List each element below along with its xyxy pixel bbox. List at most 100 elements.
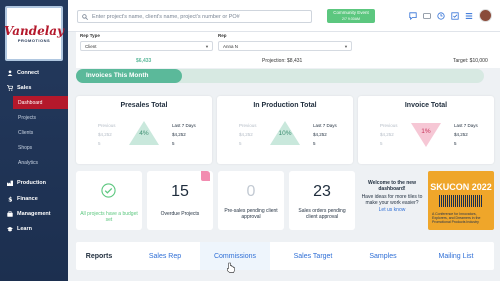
invoice-total-card[interactable]: Invoice Total Previous $4,252 5 Last 7 D… [358,96,494,164]
welcome-title: Welcome to the new dashboard! [368,180,416,192]
skucon-promo-banner[interactable]: SKUCON 2022 A Conference for Innovators,… [428,171,494,230]
card-title: In Production Total [253,102,317,109]
search-icon [82,13,88,20]
presales-pending-card[interactable]: 0 Pre-sales pending client approval [218,171,284,230]
sidebar-subitem-shops[interactable]: Shops [13,141,68,154]
sidebar-item-label: Finance [17,195,38,202]
sidebar-item-label: Production [17,179,47,186]
last7-amount: $4,252 [454,132,468,137]
search-input[interactable]: Enter project's name, client's name, pro… [77,10,312,23]
sidebar-item-production[interactable]: Production [0,176,68,189]
feedback-link[interactable]: Let us know [360,207,424,213]
sidebar-item-label: Connect [17,69,39,76]
video-icon[interactable] [423,12,431,20]
dollar-icon: $ [8,196,12,202]
kpi-value: 0 [246,183,256,200]
in-production-card[interactable]: In Production Total Previous $4,252 5 La… [217,96,353,164]
rep-type-label: Rep Type [80,33,100,38]
percent-value: 1% [421,128,431,135]
last7-count: 5 [313,141,316,146]
down-triangle-icon [411,123,441,147]
promo-description: A Conference for Innovators, Explorers, … [432,212,481,224]
kpi-caption: Sales orders pending client approval [298,208,346,220]
sidebar: Vandelay PROMOTIONS Connect Sales Dashbo… [0,0,68,281]
tab-samples[interactable]: Samples [348,242,418,270]
checklist-icon[interactable] [451,11,459,20]
sidebar-item-learn[interactable]: Learn [0,222,68,235]
clock-icon[interactable] [437,11,445,20]
cart-icon [7,84,13,91]
search-placeholder: Enter project's name, client's name, pro… [92,13,240,20]
previous-count: 5 [380,141,383,146]
card-title: Presales Total [120,102,168,109]
overdue-projects-card[interactable]: 15 Overdue Projects [147,171,213,230]
sidebar-item-finance[interactable]: $ Finance [0,192,68,205]
sidebar-item-label: Management [17,210,51,217]
last7-label: Last 7 Days [313,123,337,128]
sales-orders-pending-card[interactable]: 23 Sales orders pending client approval [289,171,355,230]
hand-cursor-icon [227,262,235,273]
last7-amount: $4,252 [172,132,186,137]
budget-status-card[interactable]: All projects have a budget set [76,171,142,230]
event-label: Community Event [333,10,369,15]
chevron-down-icon: ▼ [344,43,348,49]
sidebar-subitem-projects[interactable]: Projects [13,111,68,124]
top-bar: Enter project's name, client's name, pro… [68,0,500,32]
tab-reports[interactable]: Reports [76,242,122,270]
tab-sales-target[interactable]: Sales Target [278,242,348,270]
chat-icon[interactable] [409,11,417,20]
previous-count: 5 [239,141,242,146]
previous-amount: $4,252 [98,132,112,137]
kpi-value: 15 [171,183,189,200]
rep-type-select[interactable]: Client ▼ [80,41,213,51]
avatar[interactable] [479,9,492,22]
event-time: 2/7 9:30AM [342,17,360,21]
kpi-caption: Overdue Projects [160,211,200,217]
community-event-button[interactable]: Community Event 2/7 9:30AM [327,9,375,23]
welcome-body: Have ideas for more tiles to make your w… [361,194,423,206]
previous-label: Previous [380,123,398,128]
rep-select[interactable]: Anna N ▼ [218,41,352,51]
tab-mailing-list[interactable]: Mailing List [418,242,494,270]
rep-type-value: Client [85,43,97,49]
factory-icon [7,180,13,186]
kpi-caption: Pre-sales pending client approval [224,208,278,220]
svg-text:$: $ [8,196,12,202]
chevron-down-icon: ▼ [205,43,209,49]
sidebar-subitem-analytics[interactable]: Analytics [13,156,68,169]
promo-title: SKUCON 2022 [430,182,492,192]
previous-amount: $4,252 [380,132,394,137]
previous-count: 5 [98,141,101,146]
last7-amount: $4,252 [313,132,327,137]
sidebar-subitem-clients[interactable]: Clients [13,126,68,139]
tab-commissions[interactable]: Commissions [200,242,270,270]
last7-count: 5 [172,141,175,146]
sidebar-subitem-dashboard[interactable]: Dashboard [13,96,68,109]
kpi-caption: All projects have a budget set [80,211,138,223]
rep-label: Rep [218,33,227,38]
user-icon [7,69,13,76]
previous-amount: $4,252 [239,132,253,137]
previous-label: Previous [239,123,257,128]
reports-tab-bar: Reports Sales Rep Commissions Sales Targ… [76,242,494,270]
notification-flag [201,171,210,181]
logo-text: Vandelay [3,23,65,38]
barcode-graphic [439,195,483,207]
card-title: Invoice Total [404,102,448,109]
current-amount: $6,433 [136,58,152,64]
projection-text: Projection: $8,431 [262,58,303,64]
presales-card[interactable]: Presales Total Previous $4,252 5 Last 7 … [76,96,212,164]
vandelay-logo[interactable]: Vandelay PROMOTIONS [3,6,65,61]
last7-label: Last 7 Days [454,123,478,128]
sidebar-item-management[interactable]: Management [0,207,68,220]
menu-icon[interactable] [465,12,473,20]
trend-down-indicator: 1% [411,123,441,147]
trend-up-indicator: 10% [270,121,300,145]
sidebar-item-sales[interactable]: Sales [0,81,68,94]
briefcase-icon [7,210,13,217]
tab-sales-rep[interactable]: Sales Rep [130,242,200,270]
check-circle-icon [101,183,116,198]
sidebar-item-connect[interactable]: Connect [0,66,68,79]
logo-subtext: PROMOTIONS [17,37,51,43]
welcome-message: Welcome to the new dashboard! Have ideas… [360,171,424,230]
